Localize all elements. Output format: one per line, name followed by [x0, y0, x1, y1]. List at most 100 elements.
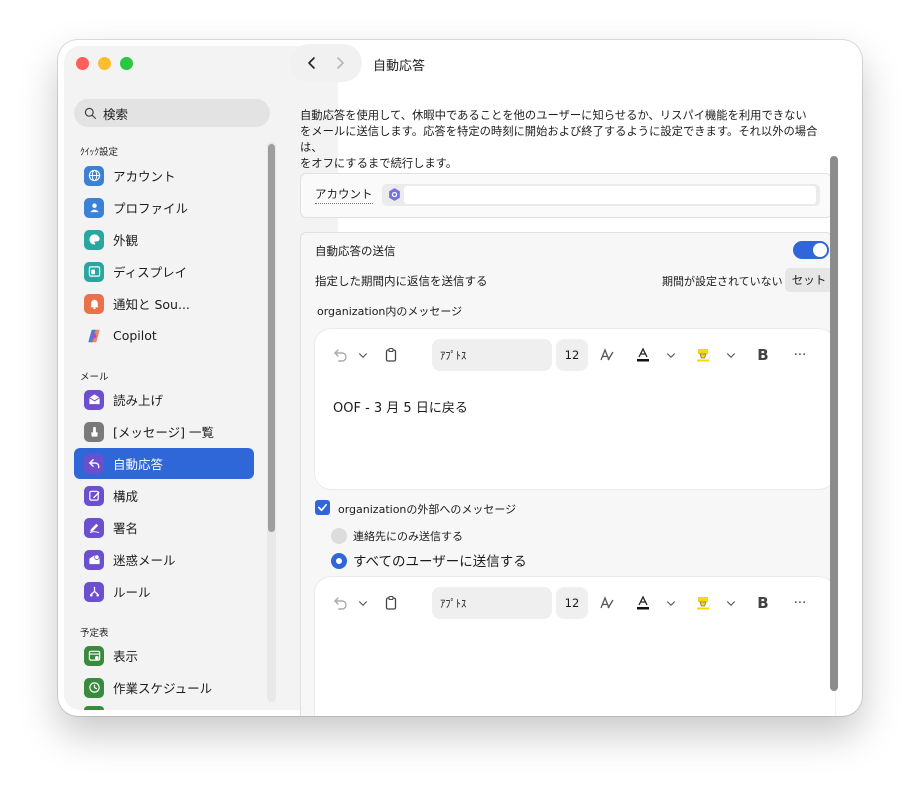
more-options-icon[interactable]: ··· — [789, 587, 811, 619]
formatting-toolbar: ｱﾌﾟﾄｽ 12 B ··· — [315, 587, 835, 619]
description-line: をメールに送信します。応答を特定の時刻に開始および終了するように設定できます。そ… — [300, 125, 818, 154]
outside-org-editor[interactable]: ｱﾌﾟﾄｽ 12 B ··· — [315, 577, 835, 716]
font-size-select[interactable]: 12 — [556, 587, 588, 619]
sidebar-item-junk[interactable]: 迷惑メール — [74, 544, 254, 575]
window-controls — [76, 57, 133, 70]
chevron-down-icon[interactable] — [355, 587, 371, 619]
search-input[interactable]: 検索 — [74, 99, 270, 127]
settings-window: 検索 ｸｲｯｸ設定 アカウント プロファイル 外観 ディスプレイ 通知と Sou… — [58, 40, 862, 716]
chevron-down-icon[interactable] — [723, 339, 739, 371]
highlight-icon[interactable] — [693, 587, 713, 619]
radio-contacts-only[interactable] — [331, 528, 347, 544]
palette-icon — [84, 229, 104, 250]
font-size-select[interactable]: 12 — [556, 339, 588, 371]
content-scrollbar[interactable] — [830, 156, 838, 691]
sidebar-item-label: [メッセージ] 一覧 — [113, 425, 214, 440]
inside-org-label: organization内のメッセージ — [317, 305, 463, 318]
font-family-select[interactable]: ｱﾌﾟﾄｽ — [432, 587, 552, 619]
minimize-window-button[interactable] — [98, 57, 111, 70]
sidebar-item-calendar-view[interactable]: 表示 — [74, 640, 254, 671]
auto-reply-settings: 自動応答を使用して、休暇中であることを他のユーザーに知らせるか、リスパイ機能を利… — [300, 104, 840, 716]
sidebar-item-label: 読み上げ — [113, 393, 164, 408]
formatting-toolbar: ｱﾌﾟﾄｽ 12 B ··· — [315, 339, 835, 371]
globe-icon — [84, 165, 104, 186]
text-style-icon[interactable] — [596, 587, 618, 619]
sidebar-item-label: アカウント — [113, 169, 176, 184]
checkmark-icon — [318, 503, 327, 512]
account-select[interactable] — [382, 184, 820, 206]
signature-icon — [84, 517, 104, 538]
close-window-button[interactable] — [76, 57, 89, 70]
sidebar-item-copilot[interactable]: Copilot — [74, 320, 254, 351]
junk-icon — [84, 549, 104, 570]
sidebar-item-label: プロファイル — [113, 201, 189, 216]
auto-reply-toggle[interactable] — [793, 241, 829, 259]
font-family-select[interactable]: ｱﾌﾟﾄｽ — [432, 339, 552, 371]
reply-icon — [84, 453, 104, 474]
highlight-icon[interactable] — [693, 339, 713, 371]
font-color-icon[interactable] — [633, 587, 653, 619]
history-navigation — [290, 44, 362, 82]
sidebar-item-label: 通知と Sou... — [113, 297, 190, 312]
sidebar-item-read-aloud[interactable]: 読み上げ — [74, 384, 254, 415]
auto-reply-options: 自動応答の送信 指定した期間内に返信を送信する 期間が設定されていない セット … — [300, 232, 835, 716]
sidebar-item-label: 作業スケジュール — [113, 681, 213, 696]
account-value — [404, 186, 816, 204]
sidebar-item-compose[interactable]: 構成 — [74, 480, 254, 511]
sidebar-item-label: 自動応答 — [113, 457, 164, 472]
sidebar-item-profile[interactable]: プロファイル — [74, 192, 254, 223]
person-icon — [84, 197, 104, 218]
sidebar-item-rules[interactable]: ルール — [74, 576, 254, 607]
bell-icon — [84, 293, 104, 314]
sidebar-item-display[interactable]: ディスプレイ — [74, 256, 254, 287]
sidebar-item-auto-reply[interactable]: 自動応答 — [74, 448, 254, 479]
set-period-button[interactable]: セット — [785, 268, 833, 292]
clipboard-icon[interactable] — [381, 339, 401, 371]
undo-icon[interactable] — [331, 587, 351, 619]
inside-org-editor[interactable]: ｱﾌﾟﾄｽ 12 B ··· OOF - 3 月 5 日に戻る — [315, 329, 835, 489]
chevron-down-icon[interactable] — [663, 339, 679, 371]
sidebar-item-appearance[interactable]: 外観 — [74, 224, 254, 255]
sidebar-item-label: 迷惑メール — [113, 553, 176, 568]
chevron-down-icon[interactable] — [723, 587, 739, 619]
forward-icon[interactable] — [333, 56, 347, 70]
clipboard-icon[interactable] — [381, 587, 401, 619]
sidebar-item-label: 構成 — [113, 489, 139, 504]
account-logo-icon — [389, 188, 400, 201]
search-icon — [84, 107, 96, 119]
description-line: をオフにするまで続行します。 — [300, 157, 458, 170]
undo-icon[interactable] — [331, 339, 351, 371]
sidebar-item-account[interactable]: アカウント — [74, 160, 254, 191]
sidebar-item-label: 表示 — [113, 649, 139, 664]
account-section: アカウント — [300, 173, 832, 218]
period-label: 指定した期間内に返信を送信する — [315, 274, 488, 288]
touch-icon — [84, 421, 104, 442]
back-icon[interactable] — [305, 56, 319, 70]
inside-org-message[interactable]: OOF - 3 月 5 日に戻る — [333, 397, 468, 416]
sidebar-scrollbar[interactable] — [268, 144, 275, 532]
more-options-icon[interactable]: ··· — [789, 339, 811, 371]
search-placeholder: 検索 — [103, 106, 129, 122]
font-color-icon[interactable] — [633, 339, 653, 371]
chevron-down-icon[interactable] — [663, 587, 679, 619]
text-style-icon[interactable] — [596, 339, 618, 371]
sidebar-item-label: ディスプレイ — [113, 265, 188, 280]
section-title-mail: メール — [80, 372, 109, 383]
zoom-window-button[interactable] — [120, 57, 133, 70]
outside-org-checkbox[interactable] — [315, 500, 330, 515]
sidebar-item-label: 署名 — [113, 521, 139, 536]
sidebar-item-label: Copilot — [113, 328, 157, 343]
description-line: 自動応答を使用して、休暇中であることを他のユーザーに知らせるか、リスパイ機能を利… — [300, 109, 807, 122]
sidebar-item-signature[interactable]: 署名 — [74, 512, 254, 543]
radio-all-users[interactable] — [331, 553, 347, 569]
chevron-down-icon[interactable] — [355, 339, 371, 371]
bold-icon[interactable]: B — [753, 339, 773, 371]
sidebar-item-notifications[interactable]: 通知と Sou... — [74, 288, 254, 319]
page-title: 自動応答 — [373, 59, 426, 74]
sidebar-item-message-list[interactable]: [メッセージ] 一覧 — [74, 416, 254, 447]
sidebar-item-work-schedule[interactable]: 作業スケジュール — [74, 672, 254, 703]
bold-icon[interactable]: B — [753, 587, 773, 619]
sidebar-item-label: 外観 — [113, 233, 139, 248]
sidebar-item-label: ルール — [113, 585, 151, 600]
account-label: アカウント — [315, 186, 373, 204]
